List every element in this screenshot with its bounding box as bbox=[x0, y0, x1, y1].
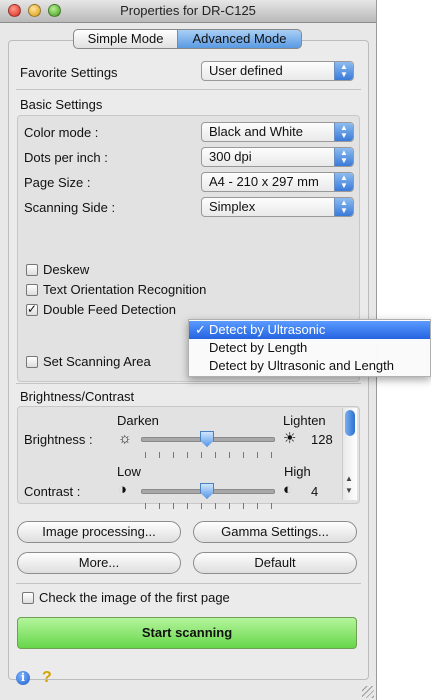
scrollbar-knob[interactable] bbox=[345, 410, 355, 436]
info-icon[interactable]: i bbox=[16, 671, 30, 685]
check-first-page-checkbox[interactable] bbox=[22, 592, 34, 604]
color-mode-label: Color mode : bbox=[24, 125, 99, 140]
set-scanning-area-label: Set Scanning Area bbox=[43, 354, 151, 369]
lighten-label: Lighten bbox=[283, 413, 326, 428]
menu-item-label: Detect by Length bbox=[209, 340, 308, 355]
color-mode-popup[interactable]: Black and White ▲ ▼ bbox=[201, 122, 354, 142]
text-orientation-label: Text Orientation Recognition bbox=[43, 282, 207, 297]
high-label: High bbox=[284, 464, 311, 479]
help-icon[interactable]: ? bbox=[42, 669, 52, 687]
default-button[interactable]: Default bbox=[193, 552, 357, 574]
start-scanning-button[interactable]: Start scanning bbox=[17, 617, 357, 649]
separator bbox=[16, 583, 361, 584]
contrast-label: Contrast : bbox=[24, 484, 81, 499]
menu-item-ultrasonic-and-length[interactable]: Detect by Ultrasonic and Length bbox=[189, 357, 430, 375]
contrast-high-icon: ◐ bbox=[283, 481, 293, 498]
scanning-side-popup[interactable]: Simplex ▲ ▼ bbox=[201, 197, 354, 217]
contrast-ticks bbox=[145, 503, 273, 509]
darken-label: Darken bbox=[117, 413, 159, 428]
menu-item-label: Detect by Ultrasonic and Length bbox=[209, 358, 394, 373]
gamma-settings-button[interactable]: Gamma Settings... bbox=[193, 521, 357, 543]
brightness-contrast-heading: Brightness/Contrast bbox=[20, 389, 135, 404]
contrast-low-icon: ◑ bbox=[118, 481, 128, 498]
separator bbox=[16, 89, 361, 90]
page-size-popup[interactable]: A4 - 210 x 297 mm ▲ ▼ bbox=[201, 172, 354, 192]
favorite-settings-value: User defined bbox=[209, 63, 283, 78]
menu-item-ultrasonic[interactable]: ✓ Detect by Ultrasonic bbox=[189, 321, 430, 339]
double-feed-menu: ✓ Detect by Ultrasonic Detect by Length … bbox=[188, 319, 431, 377]
tab-simple-mode[interactable]: Simple Mode bbox=[73, 29, 178, 49]
check-first-page-label: Check the image of the first page bbox=[39, 590, 230, 605]
contrast-value: 4 bbox=[311, 484, 319, 499]
menu-item-label: Detect by Ultrasonic bbox=[209, 322, 326, 337]
double-feed-checkbox[interactable]: ✓ bbox=[26, 302, 38, 316]
scanning-side-value: Simplex bbox=[209, 199, 256, 214]
page-size-label: Page Size : bbox=[24, 175, 91, 190]
popup-arrows-icon: ▲ ▼ bbox=[334, 148, 353, 166]
scanning-side-label: Scanning Side : bbox=[24, 200, 116, 215]
favorite-settings-popup[interactable]: User defined ▲ ▼ bbox=[201, 61, 354, 81]
popup-arrows-icon: ▲ ▼ bbox=[334, 123, 353, 141]
popup-arrows-icon: ▲ ▼ bbox=[334, 198, 353, 216]
separator bbox=[16, 383, 361, 384]
sun-bright-icon: ☀ bbox=[283, 430, 297, 447]
settings-scrollbar[interactable]: ▲ ▼ bbox=[342, 408, 357, 500]
double-feed-label: Double Feed Detection bbox=[43, 302, 176, 317]
dpi-value: 300 dpi bbox=[209, 149, 252, 164]
scroll-up-arrow-icon[interactable]: ▲ bbox=[345, 474, 353, 483]
checkmark-icon: ✓ bbox=[27, 302, 38, 316]
checkmark-icon: ✓ bbox=[195, 322, 206, 337]
tab-advanced-mode[interactable]: Advanced Mode bbox=[177, 29, 302, 49]
set-scanning-area-checkbox[interactable] bbox=[26, 356, 38, 368]
dpi-popup[interactable]: 300 dpi ▲ ▼ bbox=[201, 147, 354, 167]
popup-arrows-icon: ▲ ▼ bbox=[334, 62, 353, 80]
sun-dim-icon: ☼ bbox=[118, 430, 132, 447]
resize-grip-icon[interactable] bbox=[362, 686, 374, 698]
deskew-checkbox[interactable] bbox=[26, 264, 38, 276]
menu-item-length[interactable]: Detect by Length bbox=[189, 339, 430, 357]
text-orientation-checkbox[interactable] bbox=[26, 284, 38, 296]
page-size-value: A4 - 210 x 297 mm bbox=[209, 174, 319, 189]
favorite-settings-label: Favorite Settings bbox=[20, 65, 118, 80]
image-processing-button[interactable]: Image processing... bbox=[17, 521, 181, 543]
more-button[interactable]: More... bbox=[17, 552, 181, 574]
color-mode-value: Black and White bbox=[209, 124, 303, 139]
brightness-label: Brightness : bbox=[24, 432, 93, 447]
basic-settings-heading: Basic Settings bbox=[20, 97, 103, 112]
low-label: Low bbox=[117, 464, 141, 479]
title-bar[interactable]: Properties for DR-C125 bbox=[0, 0, 376, 23]
scroll-down-arrow-icon[interactable]: ▼ bbox=[345, 486, 353, 495]
brightness-ticks bbox=[145, 452, 273, 458]
window-title: Properties for DR-C125 bbox=[120, 3, 256, 18]
dpi-label: Dots per inch : bbox=[24, 150, 108, 165]
brightness-value: 128 bbox=[311, 432, 333, 447]
popup-arrows-icon: ▲ ▼ bbox=[334, 173, 353, 191]
deskew-label: Deskew bbox=[43, 262, 90, 277]
